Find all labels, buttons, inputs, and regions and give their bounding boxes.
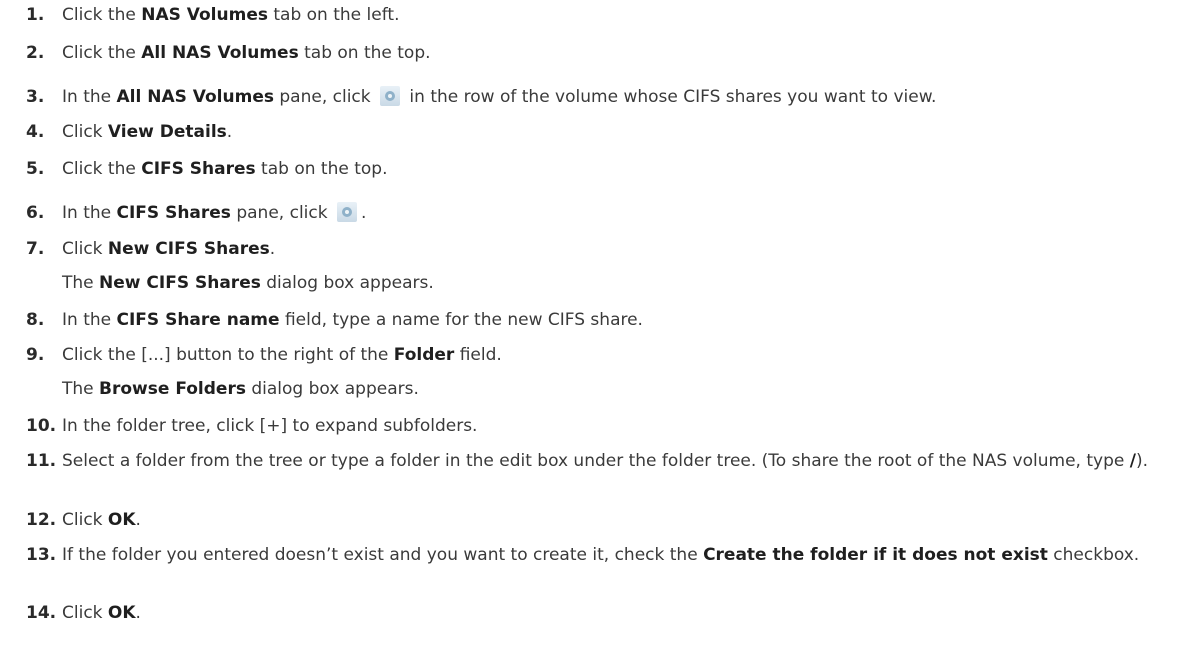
text-run: Click (62, 510, 108, 530)
text-run: In the (62, 87, 117, 107)
text-run: ). (1135, 451, 1148, 471)
text-run: In the (62, 203, 117, 223)
text-run: The (62, 273, 100, 293)
text-run: tab on the left. (267, 5, 400, 25)
step-text: In the folder tree, click [+] to expand … (62, 415, 1166, 437)
step-number: 11. (26, 451, 57, 471)
text-run: . (135, 603, 141, 623)
ui-term: OK (107, 603, 136, 623)
step-number: 8. (26, 310, 45, 330)
text-run: . (226, 122, 233, 142)
ui-term: CIFS Shares (141, 159, 256, 179)
text-run: tab on the top. (298, 43, 431, 63)
ui-term: View Details (107, 122, 227, 142)
text-run: Click the (62, 43, 142, 63)
step-number: 3. (26, 87, 45, 107)
step-text: Click the NAS Volumes tab on the left. (62, 4, 1166, 26)
step-text: In the All NAS Volumes pane, click in th… (62, 86, 1166, 108)
text-run: . (269, 239, 276, 259)
text-run: pane, click (230, 203, 333, 223)
text-run: In the (62, 310, 117, 330)
step-text: If the folder you entered doesn’t exist … (62, 544, 1166, 566)
ui-term: NAS Volumes (141, 5, 268, 25)
text-run: Click (62, 603, 108, 623)
step-number: 14. (26, 603, 57, 623)
step-number: 6. (26, 203, 45, 223)
step-text: In the CIFS Shares pane, click . (62, 202, 1166, 224)
text-run: Click (62, 122, 108, 142)
ui-term: Folder (393, 345, 455, 365)
step-number: 9. (26, 345, 45, 365)
ui-term: All NAS Volumes (141, 43, 299, 63)
step-text: Click View Details. (62, 121, 1166, 143)
text-run: Select a folder from the tree or type a … (62, 451, 1130, 471)
ui-term: CIFS Shares (116, 203, 231, 223)
ui-term: New CIFS Shares (99, 273, 261, 293)
step-number: 4. (26, 122, 45, 142)
text-run: . (360, 203, 367, 223)
step-number: 2. (26, 43, 45, 63)
ui-term: New CIFS Shares (107, 239, 270, 259)
text-run: Click the (62, 159, 142, 179)
ui-term: Create the folder if it does not exist (703, 545, 1048, 565)
text-run: dialog box appears. (260, 273, 434, 293)
step-text: Click the CIFS Shares tab on the top. (62, 158, 1166, 180)
text-run: pane, click (273, 87, 377, 107)
text-run: field, type a name for the new CIFS shar… (279, 310, 643, 330)
step-text: Click the All NAS Volumes tab on the top… (62, 42, 1166, 64)
step-text: Select a folder from the tree or type a … (62, 450, 1166, 472)
text-run: . (135, 510, 141, 530)
text-run: tab on the top. (255, 159, 388, 179)
text-run: in the row of the volume whose CIFS shar… (404, 87, 937, 107)
step-text: Click OK. (62, 602, 1166, 624)
gear-icon (380, 86, 401, 106)
step-number: 10. (26, 416, 57, 436)
text-run: checkbox. (1047, 545, 1140, 565)
step-text: In the CIFS Share name field, type a nam… (62, 309, 1166, 331)
text-run: In the folder tree, click [+] to expand … (62, 416, 478, 436)
step-text: Click New CIFS Shares. (62, 238, 1166, 260)
text-run: Click the [...] button to the right of t… (62, 345, 394, 365)
text-run: The (62, 379, 100, 399)
step-number: 12. (26, 510, 57, 530)
gear-icon (336, 202, 357, 222)
step-number: 7. (26, 239, 45, 259)
step-7-result: The New CIFS Shares dialog box appears. (62, 272, 434, 294)
step-number: 1. (26, 5, 45, 25)
ui-term: OK (107, 510, 136, 530)
step-number: 13. (26, 545, 57, 565)
text-run: field. (454, 345, 502, 365)
text-run: dialog box appears. (245, 379, 419, 399)
text-run: Click the (62, 5, 142, 25)
text-run: If the folder you entered doesn’t exist … (62, 545, 704, 565)
step-number: 5. (26, 159, 45, 179)
step-9-result: The Browse Folders dialog box appears. (62, 378, 419, 400)
ui-term: Browse Folders (99, 379, 246, 399)
text-run: Click (62, 239, 108, 259)
ui-term: All NAS Volumes (116, 87, 274, 107)
step-text: Click OK. (62, 509, 1166, 531)
ui-term: CIFS Share name (116, 310, 280, 330)
step-text: Click the [...] button to the right of t… (62, 344, 1166, 366)
